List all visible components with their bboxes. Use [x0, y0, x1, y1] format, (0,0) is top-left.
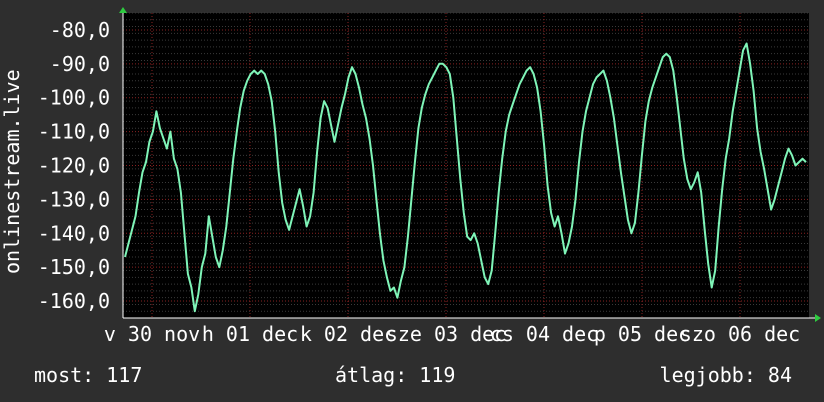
x-axis-arrow-icon — [815, 314, 821, 322]
stat-legjobb: legjobb: 84 — [660, 363, 792, 387]
y-tick-label: -100,0 — [38, 86, 110, 110]
y-tick-label: -90,0 — [50, 52, 110, 76]
x-tick-label: p 05 dec — [594, 322, 690, 346]
x-tick-label: sze 03 dec — [386, 322, 506, 346]
y-axis-ticks: -80,0 -90,0 -100,0 -110,0 -120,0 -130,0 -140,0… — [38, 18, 110, 313]
y-tick-label: -80,0 — [50, 18, 110, 42]
y-tick-label: -110,0 — [38, 120, 110, 144]
x-tick-label: h 01 dec — [202, 322, 298, 346]
x-tick-label: v 30 nov — [104, 322, 200, 346]
x-axis-ticks: v 30 nov h 01 dec k 02 decsze 03 deccs 04 … — [104, 322, 800, 346]
y-tick-label: -160,0 — [38, 289, 110, 313]
chart: -80,0 -90,0 -100,0 -110,0 -120,0 -130,0 -140,0… — [0, 7, 821, 387]
stat-most: most: 117 — [34, 363, 142, 387]
x-tick-label: szo 06 dec — [680, 322, 800, 346]
y-tick-label: -130,0 — [38, 187, 110, 211]
x-tick-label: k 02 dec — [300, 322, 396, 346]
y-axis-arrow-icon — [119, 7, 127, 13]
y-tick-label: -140,0 — [38, 221, 110, 245]
y-tick-label: -150,0 — [38, 255, 110, 279]
y-axis-label: onlinestream.live — [0, 69, 24, 274]
y-tick-label: -120,0 — [38, 154, 110, 178]
stat-atlag: átlag: 119 — [335, 363, 455, 387]
x-tick-label: cs 04 dec — [490, 322, 598, 346]
